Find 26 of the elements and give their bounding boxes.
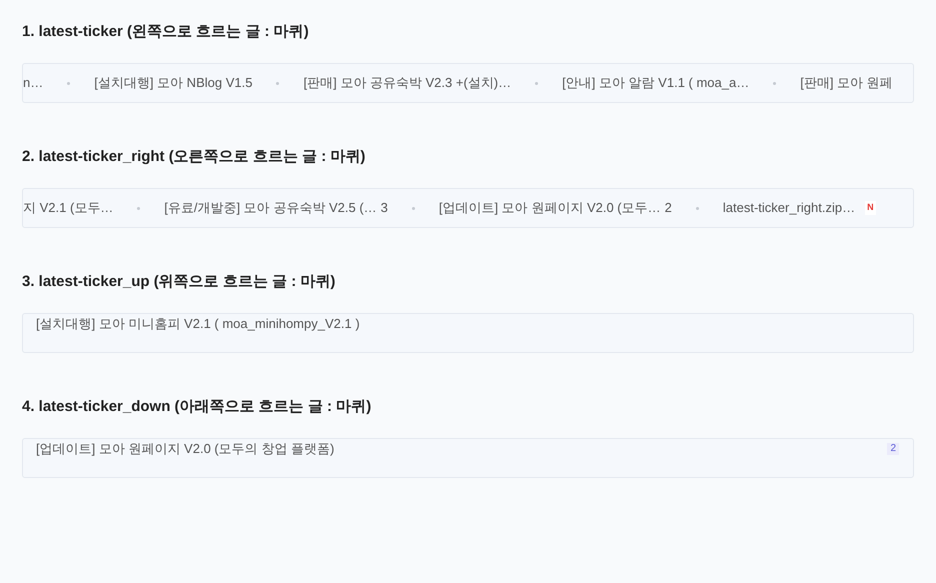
ticker-link[interactable]: [안내] 모아 알람 V1.1 ( moa_a… <box>562 73 750 93</box>
comment-count: 2 <box>887 443 899 455</box>
ticker-link[interactable]: [업데이트] 모아 원페이지 V2.0 (모두… <box>438 198 661 218</box>
ticker-link[interactable]: latest-ticker_right.zip… <box>722 198 856 218</box>
section-title: 3. latest-ticker_up (위쪽으로 흐르는 글 : 마퀴) <box>22 272 336 292</box>
comment-count: 3 <box>380 199 388 218</box>
ticker-link[interactable]: [유료/개발중] 모아 공유숙박 V2.5 (… <box>164 198 377 218</box>
bullet-icon <box>412 206 415 210</box>
section-title: 2. latest-ticker_right (오른쪽으로 흐르는 글 : 마퀴) <box>22 147 366 167</box>
bullet-icon <box>276 82 280 84</box>
bullet-icon <box>137 206 140 210</box>
bullet-icon <box>696 206 699 210</box>
ticker-link[interactable]: [판매] 모아 원페 <box>800 73 893 93</box>
section-title: 4. latest-ticker_down (아래쪽으로 흐르는 글 : 마퀴) <box>22 397 372 417</box>
ticker-link[interactable]: n… <box>23 73 44 93</box>
comment-count: 2 <box>664 199 672 218</box>
bullet-icon <box>67 82 70 84</box>
section-title: 1. latest-ticker (왼쪽으로 흐르는 글 : 마퀴) <box>22 22 310 42</box>
ticker-link[interactable]: [설치대행] 모아 미니홈피 V2.1 ( moa_minihompy_V2.1 ) <box>36 314 360 334</box>
ticker-link[interactable]: [판매] 모아 공유숙박 V2.3 +(설치)… <box>303 73 512 93</box>
bullet-icon <box>773 82 776 84</box>
ticker-link[interactable]: 지 V2.1 (모두… <box>23 198 114 218</box>
new-badge: N <box>865 201 876 215</box>
ticker-link[interactable]: [설치대행] 모아 NBlog V1.5 <box>94 73 252 93</box>
ticker-link[interactable]: [업데이트] 모아 원페이지 V2.0 (모두의 창업 플랫폼) <box>36 439 334 459</box>
bullet-icon <box>535 82 538 84</box>
